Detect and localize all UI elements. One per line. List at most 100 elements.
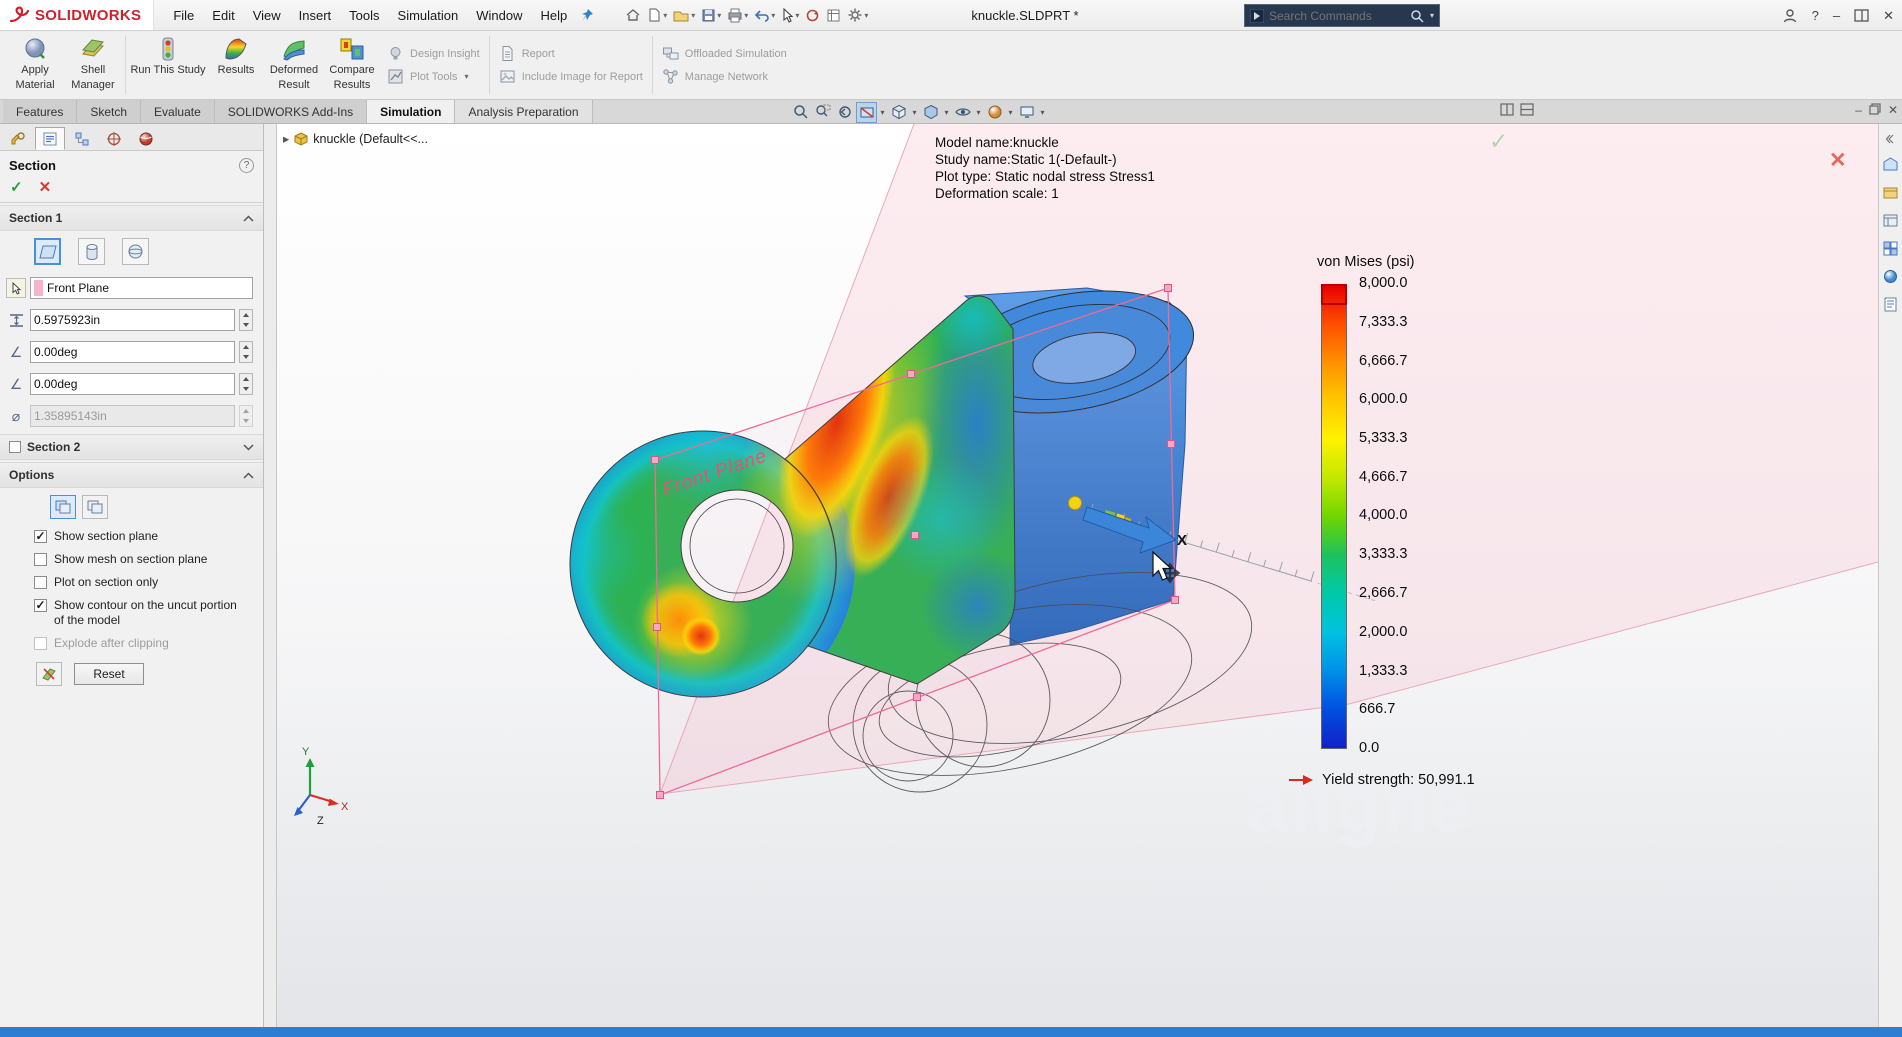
pin-menu-icon[interactable] xyxy=(580,8,594,22)
hide-show-items-icon[interactable] xyxy=(952,102,973,123)
section-view-dropdown-icon[interactable]: ▾ xyxy=(878,108,887,117)
checkbox-box[interactable]: ✓ xyxy=(34,530,47,543)
x-rotation-input[interactable] xyxy=(34,345,231,359)
display-style-icon[interactable] xyxy=(920,102,941,123)
y-rotation-spinner[interactable] xyxy=(239,373,253,395)
configuration-manager-tab[interactable] xyxy=(67,127,97,150)
design-library-icon[interactable] xyxy=(1883,185,1898,200)
y-rotation-input[interactable] xyxy=(34,377,231,391)
view-settings-icon[interactable] xyxy=(1016,102,1037,123)
solidworks-resources-icon[interactable] xyxy=(1883,157,1898,172)
breadcrumb-arrow-icon[interactable]: ▸ xyxy=(283,131,289,146)
close-icon[interactable]: ✕ xyxy=(1883,8,1894,24)
union-zone-button[interactable] xyxy=(82,495,108,519)
section-clip-icon-button[interactable] xyxy=(36,662,62,686)
checkbox-show-contour-uncut[interactable]: ✓ Show contour on the uncut portion of t… xyxy=(0,594,263,632)
menu-tools[interactable]: Tools xyxy=(340,2,388,29)
drag-origin-dot[interactable] xyxy=(1069,497,1082,510)
menu-edit[interactable]: Edit xyxy=(203,2,243,29)
ok-button[interactable]: ✓ xyxy=(10,178,23,196)
graphics-viewport[interactable]: Front Plane X xyxy=(277,124,1878,1027)
plot-tools-dropdown-icon[interactable]: ▾ xyxy=(465,72,469,81)
help-icon[interactable]: ? xyxy=(239,158,254,173)
zoom-to-area-icon[interactable] xyxy=(812,102,833,123)
section2-group-header[interactable]: Section 2 xyxy=(0,434,263,460)
breadcrumb[interactable]: ▸ knuckle (Default<<... xyxy=(283,131,428,146)
compare-results-button[interactable]: CompareResults xyxy=(323,31,381,99)
doc-restore-icon[interactable] xyxy=(1869,103,1881,115)
checkbox-plot-on-section-only[interactable]: Plot on section only xyxy=(0,571,263,594)
view-orientation-icon[interactable] xyxy=(888,102,909,123)
offset-distance-input[interactable] xyxy=(34,313,231,327)
user-account-icon[interactable] xyxy=(1782,8,1798,24)
checkbox-show-mesh-on-section-plane[interactable]: Show mesh on section plane xyxy=(0,548,263,571)
new-document-icon[interactable]: ▾ xyxy=(644,5,670,25)
y-rotation-field[interactable] xyxy=(30,373,235,395)
appearances-icon[interactable] xyxy=(1883,269,1898,284)
intersection-zone-button[interactable] xyxy=(50,495,76,519)
checkbox-show-section-plane[interactable]: ✓ Show section plane xyxy=(0,525,263,548)
doc-minimize-icon[interactable]: – xyxy=(1855,103,1862,117)
search-dropdown-icon[interactable]: ▾ xyxy=(1430,11,1434,20)
hide-show-dropdown-icon[interactable]: ▾ xyxy=(974,108,983,117)
section1-group-header[interactable]: Section 1 xyxy=(0,205,263,231)
help-icon[interactable]: ? xyxy=(1812,8,1819,23)
feature-manager-tab[interactable] xyxy=(3,127,33,150)
report-button[interactable]: Report xyxy=(499,45,643,62)
tab-evaluate[interactable]: Evaluate xyxy=(141,100,215,123)
select-cursor-icon[interactable]: ▾ xyxy=(778,6,802,25)
split-pane-icon[interactable] xyxy=(1500,103,1514,116)
offset-spinner[interactable] xyxy=(239,309,253,331)
display-style-dropdown-icon[interactable]: ▾ xyxy=(942,108,951,117)
x-rotation-spinner[interactable] xyxy=(239,341,253,363)
menu-view[interactable]: View xyxy=(244,2,290,29)
search-icon[interactable] xyxy=(1410,9,1424,23)
x-rotation-field[interactable] xyxy=(30,341,235,363)
print-icon[interactable]: ▾ xyxy=(724,6,751,25)
checkbox-box[interactable]: ✓ xyxy=(34,599,47,612)
menu-window[interactable]: Window xyxy=(467,2,531,29)
section-view-icon[interactable] xyxy=(856,102,877,123)
shell-manager-button[interactable]: ShellManager xyxy=(64,31,122,99)
view-palette-icon[interactable] xyxy=(1883,241,1898,256)
menu-simulation[interactable]: Simulation xyxy=(389,2,468,29)
breadcrumb-text[interactable]: knuckle (Default<<... xyxy=(313,132,428,146)
cancel-button[interactable]: ✕ xyxy=(39,178,52,196)
menu-help[interactable]: Help xyxy=(531,2,576,29)
deformed-result-button[interactable]: DeformedResult xyxy=(265,31,323,99)
menu-file[interactable]: File xyxy=(164,2,203,29)
reference-plane-input[interactable] xyxy=(47,281,249,295)
view-orientation-dropdown-icon[interactable]: ▾ xyxy=(910,108,919,117)
planar-section-button[interactable] xyxy=(34,238,61,265)
previous-view-icon[interactable] xyxy=(834,102,855,123)
search-scope-icon[interactable] xyxy=(1250,9,1264,23)
include-image-for-report-button[interactable]: Include Image for Report xyxy=(499,68,643,85)
window-layout-icon[interactable] xyxy=(1854,9,1869,22)
tab-sketch[interactable]: Sketch xyxy=(77,100,141,123)
manage-network-button[interactable]: Manage Network xyxy=(662,68,787,85)
rebuild-icon[interactable] xyxy=(802,6,823,25)
model-scene[interactable]: Front Plane X xyxy=(277,124,1878,1027)
plot-tools-button[interactable]: Plot Tools ▾ xyxy=(387,68,480,85)
edit-appearance-icon[interactable] xyxy=(984,102,1005,123)
doc-close-icon[interactable]: ✕ xyxy=(1888,103,1898,117)
zoom-to-fit-icon[interactable] xyxy=(790,102,811,123)
tab-features[interactable]: Features xyxy=(3,100,77,123)
minimize-icon[interactable]: – xyxy=(1833,8,1840,23)
appearance-dropdown-icon[interactable]: ▾ xyxy=(1006,108,1015,117)
dimxpert-manager-tab[interactable] xyxy=(99,127,129,150)
options-group-header[interactable]: Options xyxy=(0,462,263,488)
tab-solidworks-add-ins[interactable]: SOLIDWORKS Add-Ins xyxy=(215,100,367,123)
search-box[interactable]: ▾ xyxy=(1244,4,1440,27)
home-icon[interactable] xyxy=(622,5,644,25)
offloaded-simulation-button[interactable]: Offloaded Simulation xyxy=(662,45,787,62)
custom-properties-icon[interactable] xyxy=(1883,297,1898,312)
panel-splitter[interactable] xyxy=(264,124,277,1027)
undo-icon[interactable]: ▾ xyxy=(751,6,778,24)
open-file-icon[interactable]: ▾ xyxy=(670,6,698,25)
menu-insert[interactable]: Insert xyxy=(290,2,341,29)
collapse-chevron-icon[interactable] xyxy=(243,215,254,222)
file-properties-icon[interactable] xyxy=(823,6,844,25)
confirmation-check-icon[interactable]: ✓ xyxy=(1489,128,1508,155)
results-button[interactable]: Results xyxy=(207,31,265,99)
